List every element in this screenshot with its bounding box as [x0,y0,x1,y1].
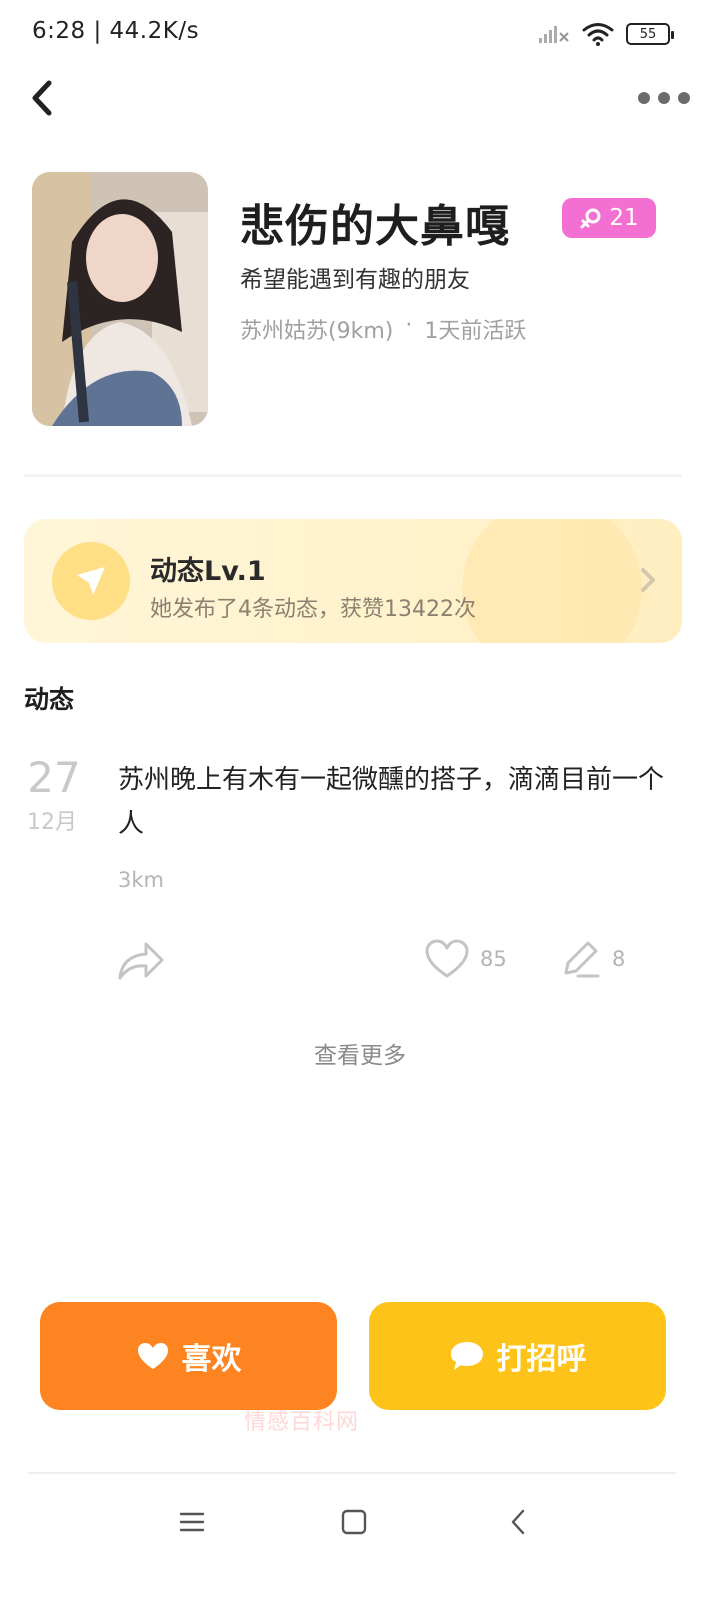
menu-icon [179,1512,205,1532]
menu-button[interactable] [170,1504,214,1540]
more-dot [658,92,670,104]
back-chevron-icon [511,1509,525,1535]
more-dots-icon [638,92,650,104]
profile-bio: 希望能遇到有趣的朋友 [240,267,470,293]
home-square-icon [341,1509,367,1535]
share-icon [118,942,164,980]
system-nav-bar [0,1474,720,1600]
wifi-icon [582,23,614,46]
profile-name: 悲伤的大鼻嘎 [240,201,510,252]
status-bar: 6:28 | 44.2K/s 55 [0,0,720,70]
more-button[interactable] [638,80,690,116]
profile-active: 1天前活跃 [424,319,527,344]
system-back-button[interactable] [496,1504,540,1540]
battery-level: 55 [639,26,657,42]
like-button[interactable]: 喜欢 [40,1302,337,1410]
level-card[interactable]: 动态Lv.1 她发布了4条动态，获赞13422次 [24,519,682,643]
back-button[interactable] [20,74,64,122]
heart-icon [137,1343,168,1369]
level-subtitle: 她发布了4条动态，获赞13422次 [150,597,476,622]
level-title: 动态Lv.1 [150,556,266,587]
level-icon-circle [52,542,130,620]
heart-outline-icon [425,939,469,978]
meta-separator: · [405,313,413,338]
like-count: 85 [480,947,507,971]
more-dot [678,92,690,104]
status-icons: 55 [538,20,674,48]
pen-icon [564,941,600,978]
age-badge: 21 [562,198,656,238]
post-month: 12月 [27,810,77,835]
profile-location: 苏州姑苏(9km) [240,319,394,344]
status-time: 6:28 | 44.2K/s [32,18,200,44]
female-icon [580,208,601,229]
like-button-label: 喜欢 [181,1342,242,1377]
comment-count: 8 [612,947,626,971]
avatar-photo [32,172,208,426]
age-value: 21 [609,205,639,231]
card-decoration [462,519,642,643]
profile-meta: 苏州姑苏(9km) · 1天前活跃 [240,313,526,345]
section-title: 动态 [24,685,75,714]
signal-off-icon [539,26,569,43]
post-day: 27 [27,753,81,802]
battery-icon: 55 [626,23,674,45]
home-button[interactable] [332,1504,376,1540]
post-distance: 3km [118,868,164,892]
watermark: 情感百科网 [244,1410,360,1435]
avatar[interactable] [32,172,208,426]
back-arrow-icon [32,80,52,116]
post-text[interactable]: 苏州晚上有木有一起微醺的搭子，滴滴目前一个人 [118,758,678,846]
comment-post-button[interactable]: 8 [560,936,625,982]
like-post-button[interactable]: 85 [424,936,507,982]
chat-bubble-icon [450,1342,483,1370]
paper-plane-icon [77,567,105,595]
divider [24,474,682,477]
see-more-link[interactable]: 查看更多 [0,1036,720,1070]
chevron-right-icon [641,568,655,592]
greet-button[interactable]: 打招呼 [369,1302,666,1410]
greet-button-label: 打招呼 [496,1342,587,1377]
share-button[interactable] [116,938,166,982]
